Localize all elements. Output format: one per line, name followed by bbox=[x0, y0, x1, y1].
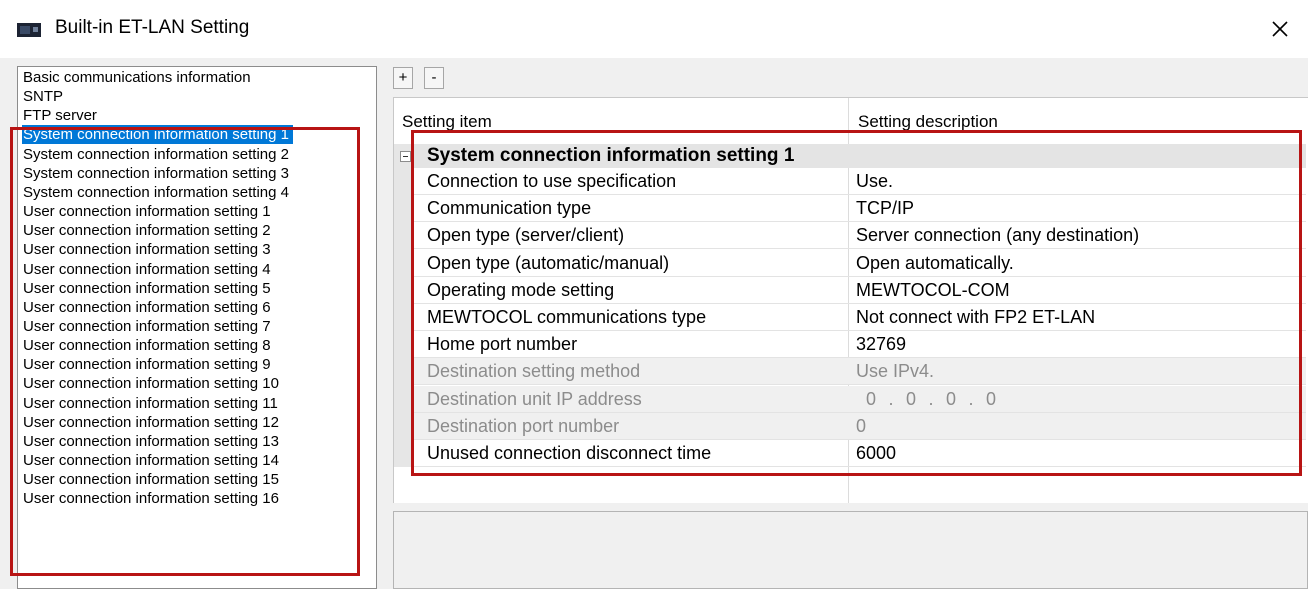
setting-value[interactable]: Open automatically. bbox=[856, 250, 1014, 277]
list-item[interactable]: User connection information setting 7 bbox=[22, 317, 275, 336]
header-setting-description[interactable]: Setting description bbox=[858, 112, 998, 132]
setting-label: Home port number bbox=[427, 334, 578, 354]
list-item[interactable]: User connection information setting 9 bbox=[22, 355, 275, 374]
list-item[interactable]: System connection information setting 3 bbox=[22, 164, 293, 183]
ip-separator: . bbox=[888, 389, 894, 409]
setting-value[interactable]: Not connect with FP2 ET-LAN bbox=[856, 304, 1095, 331]
setting-value[interactable]: Server connection (any destination) bbox=[856, 222, 1139, 249]
setting-label: Destination port number bbox=[427, 416, 620, 436]
title-bar: Built-in ET-LAN Setting bbox=[0, 0, 1308, 58]
setting-value: Use IPv4. bbox=[856, 361, 935, 381]
close-icon bbox=[1272, 21, 1288, 37]
setting-row: Destination port number 0 bbox=[413, 413, 1306, 440]
setting-row[interactable]: Open type (automatic/manual) Open automat… bbox=[413, 250, 1306, 277]
category-list[interactable]: Basic communications information SNTP FTP … bbox=[17, 66, 377, 589]
list-item[interactable]: User connection information setting 15 bbox=[22, 470, 283, 489]
list-item[interactable]: User connection information setting 10 bbox=[22, 374, 283, 393]
setting-row[interactable]: Unused connection disconnect time 6000 bbox=[413, 440, 1306, 467]
collapse-group-icon[interactable] bbox=[400, 151, 411, 162]
setting-row: Destination setting method Use IPv4. bbox=[413, 358, 1306, 385]
list-item[interactable]: System connection information setting 1 bbox=[22, 125, 293, 144]
setting-row[interactable]: MEWTOCOL communications type Not connect … bbox=[413, 304, 1306, 331]
list-item[interactable]: User connection information setting 12 bbox=[22, 413, 283, 432]
ip-separator: . bbox=[928, 389, 934, 409]
list-item[interactable]: User connection information setting 2 bbox=[22, 221, 275, 240]
header-setting-item[interactable]: Setting item bbox=[402, 112, 492, 132]
settings-grid[interactable]: Setting item Setting description System … bbox=[393, 97, 1308, 503]
ip-octet: 0 bbox=[985, 389, 996, 409]
description-panel bbox=[393, 511, 1308, 589]
ip-octet: 0 bbox=[945, 389, 956, 409]
list-item[interactable]: User connection information setting 3 bbox=[22, 240, 275, 259]
setting-value[interactable]: MEWTOCOL-COM bbox=[856, 277, 1010, 304]
setting-label: Communication type bbox=[427, 198, 592, 218]
setting-label: Open type (automatic/manual) bbox=[427, 253, 670, 273]
ip-separator: . bbox=[968, 389, 974, 409]
list-item[interactable]: User connection information setting 6 bbox=[22, 298, 275, 317]
list-item[interactable]: User connection information setting 4 bbox=[22, 260, 275, 279]
list-item[interactable]: User connection information setting 1 bbox=[22, 202, 275, 221]
setting-value: 0 bbox=[856, 416, 867, 436]
list-item[interactable]: User connection information setting 14 bbox=[22, 451, 283, 470]
list-item[interactable]: System connection information setting 4 bbox=[22, 183, 293, 202]
setting-label: Unused connection disconnect time bbox=[427, 443, 712, 463]
list-item[interactable]: System connection information setting 2 bbox=[22, 145, 293, 164]
ip-octet: 0 bbox=[865, 389, 876, 409]
expand-all-button[interactable]: + bbox=[393, 67, 413, 89]
ip-address-field: 0. 0. 0. 0 bbox=[856, 386, 1006, 413]
setting-row[interactable]: Open type (server/client) Server connecti… bbox=[413, 222, 1306, 249]
setting-value[interactable]: 6000 bbox=[856, 440, 896, 467]
setting-row[interactable]: Communication type TCP/IP bbox=[413, 195, 1306, 222]
window-title: Built-in ET-LAN Setting bbox=[55, 17, 250, 38]
close-button[interactable] bbox=[1260, 8, 1300, 48]
collapse-all-button[interactable]: - bbox=[424, 67, 444, 89]
setting-label: Open type (server/client) bbox=[427, 225, 625, 245]
setting-row: Destination unit IP address 0. 0. 0. 0 bbox=[413, 386, 1306, 413]
setting-label: Destination setting method bbox=[427, 361, 641, 381]
list-item[interactable]: SNTP bbox=[22, 87, 67, 106]
setting-row[interactable]: Connection to use specification Use. bbox=[413, 168, 1306, 195]
list-item[interactable]: Basic communications information bbox=[22, 68, 255, 87]
list-item[interactable]: User connection information setting 13 bbox=[22, 432, 283, 451]
setting-row[interactable]: Home port number 32769 bbox=[413, 331, 1306, 358]
list-item[interactable]: User connection information setting 16 bbox=[22, 489, 283, 508]
list-item[interactable]: User connection information setting 5 bbox=[22, 279, 275, 298]
list-item[interactable]: FTP server bbox=[22, 106, 101, 125]
list-item[interactable]: User connection information setting 8 bbox=[22, 336, 275, 355]
setting-row[interactable]: Operating mode setting MEWTOCOL-COM bbox=[413, 277, 1306, 304]
setting-label: MEWTOCOL communications type bbox=[427, 307, 707, 327]
plc-icon bbox=[17, 23, 41, 37]
setting-value[interactable]: Use. bbox=[856, 168, 893, 195]
group-title: System connection information setting 1 bbox=[427, 145, 795, 166]
group-header-row[interactable]: System connection information setting 1 bbox=[413, 144, 1306, 168]
setting-label: Destination unit IP address bbox=[427, 389, 642, 409]
ip-octet: 0 bbox=[905, 389, 916, 409]
setting-label: Connection to use specification bbox=[427, 171, 677, 191]
grid-gutter bbox=[394, 144, 413, 467]
setting-label: Operating mode setting bbox=[427, 280, 615, 300]
setting-value[interactable]: 32769 bbox=[856, 331, 906, 358]
list-item[interactable]: User connection information setting 11 bbox=[22, 394, 282, 413]
setting-value[interactable]: TCP/IP bbox=[856, 195, 914, 222]
